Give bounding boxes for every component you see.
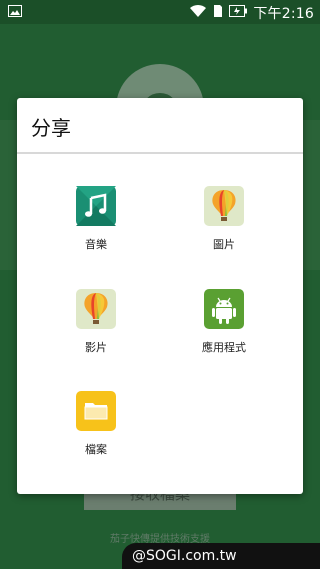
balloon-icon bbox=[76, 289, 116, 329]
android-icon bbox=[204, 289, 244, 329]
share-option-label: 音樂 bbox=[85, 238, 107, 251]
balloon-icon bbox=[204, 186, 244, 226]
clock: 下午2:16 bbox=[253, 6, 314, 22]
battery-charging-icon bbox=[229, 5, 248, 21]
share-option-pictures[interactable]: 圖片 bbox=[169, 186, 279, 266]
wifi-icon bbox=[189, 4, 207, 22]
share-option-label: 應用程式 bbox=[202, 341, 246, 354]
share-option-videos[interactable]: 影片 bbox=[41, 289, 151, 369]
share-option-files[interactable]: 檔案 bbox=[41, 391, 151, 471]
share-option-apps[interactable]: 應用程式 bbox=[169, 289, 279, 369]
share-dialog: 分享 音樂 圖片 影片 應用程式 檔案 bbox=[17, 98, 303, 494]
share-option-label: 檔案 bbox=[85, 443, 107, 456]
watermark: @SOGI.com.tw bbox=[122, 543, 320, 569]
music-icon bbox=[76, 186, 116, 226]
gallery-notification-icon bbox=[8, 5, 22, 21]
divider bbox=[17, 152, 303, 154]
folder-icon bbox=[76, 391, 116, 431]
share-option-label: 影片 bbox=[85, 341, 107, 354]
share-option-music[interactable]: 音樂 bbox=[41, 186, 151, 266]
share-option-label: 圖片 bbox=[213, 238, 235, 251]
dialog-title: 分享 bbox=[31, 116, 71, 140]
sim-icon bbox=[213, 4, 223, 22]
status-bar: 下午2:16 bbox=[0, 0, 320, 24]
